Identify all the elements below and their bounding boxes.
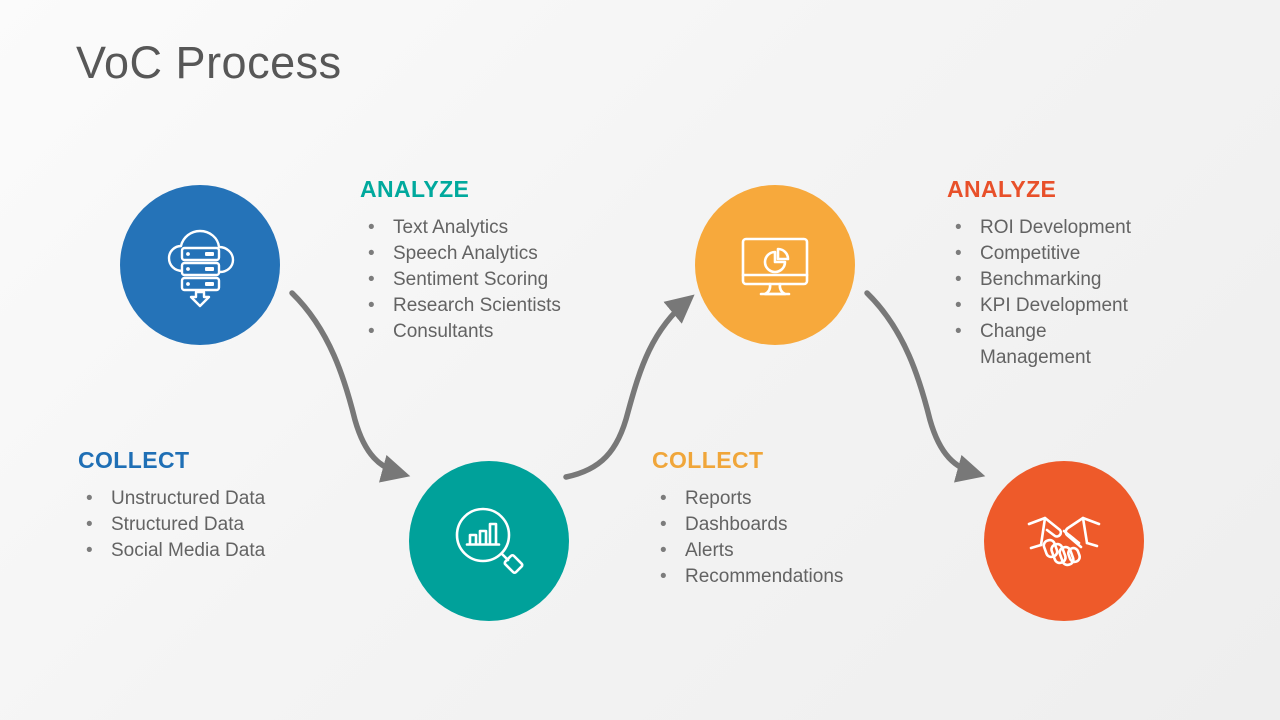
text-block-collect-left: COLLECT Unstructured Data Structured Dat… [78,447,338,565]
list-item: Speech Analytics [360,241,610,267]
block-heading-collect-left: COLLECT [78,447,190,473]
list-item: Reports [652,486,922,512]
list-item: Social Media Data [78,538,338,564]
block-heading-analyze-right: ANALYZE [947,176,1057,202]
slide-canvas: VoC Process ANALYZE • Text Analytics • S… [0,0,1280,720]
monitor-pie-chart-icon [732,222,818,308]
block-heading-collect-mid: COLLECT [652,447,764,473]
cloud-database-download-icon [157,222,243,308]
list-item: Dashboards [652,512,922,538]
list-item: Competitive [947,241,1207,267]
node-collect-source[interactable] [120,185,280,345]
list-item: ROI Development [947,215,1207,241]
text-block-analyze-top: ANALYZE Text Analytics Speech Analytics … [360,176,610,346]
list-item: Benchmarking [947,267,1207,293]
bullet-list-collect-left: Unstructured Data Structured Data Social… [78,486,338,564]
list-item: Research Scientists [360,293,610,319]
list-item: Sentiment Scoring [360,267,610,293]
block-heading-analyze-top: ANALYZE [360,176,470,202]
bullet-list-collect-mid: Reports Dashboards Alerts Recommendation… [652,486,922,590]
page-title: VoC Process [76,37,342,88]
node-analyze-outcome[interactable] [984,461,1144,621]
handshake-icon [1019,496,1109,586]
list-item: Recommendations [652,564,922,590]
list-item: Unstructured Data [78,486,338,512]
magnifier-bar-chart-icon [446,498,532,584]
list-item: Alerts [652,538,922,564]
node-analyze-search[interactable] [409,461,569,621]
list-item: Consultants [360,319,610,345]
bullet-list-analyze-top: Text Analytics Speech Analytics Sentimen… [360,215,610,345]
list-item: Change Management [947,319,1207,371]
list-item: KPI Development [947,293,1207,319]
list-item: Structured Data [78,512,338,538]
text-block-analyze-right: ANALYZE ROI Development Competitive Benc… [947,178,1207,371]
text-block-collect-mid: COLLECT Reports Dashboards Alerts Recomm… [652,447,922,591]
list-item: Text Analytics [360,215,610,241]
node-collect-report[interactable] [695,185,855,345]
bullet-list-analyze-right: ROI Development Competitive Benchmarking… [947,215,1207,371]
